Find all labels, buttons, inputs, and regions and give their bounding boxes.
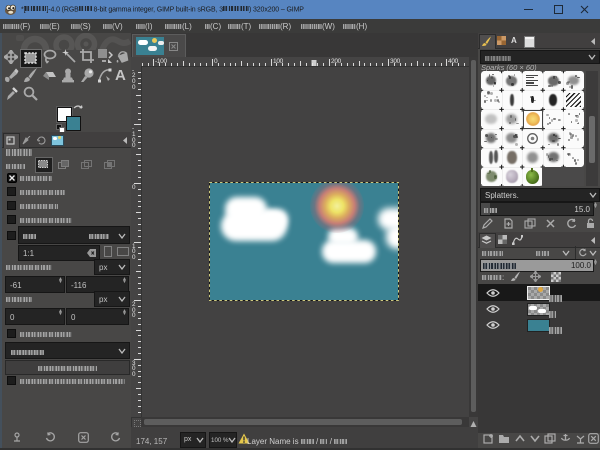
svg-text:100: 100 [273,58,284,65]
svg-text:200: 200 [331,58,342,65]
svg-text:400: 400 [448,58,459,65]
svg-text:-100: -100 [155,58,167,65]
svg-text:300: 300 [390,58,401,65]
svg-text:0: 0 [214,58,218,65]
